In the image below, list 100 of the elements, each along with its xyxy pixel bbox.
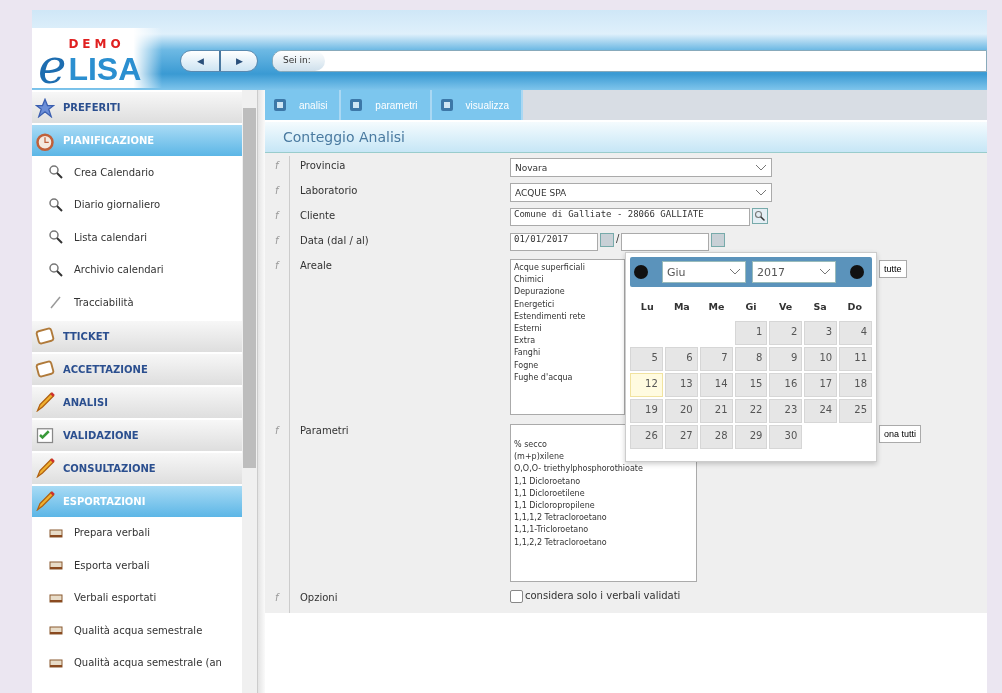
select-field[interactable]: ACQUE SPA <box>510 183 772 202</box>
sidebar-section[interactable]: ACCETTAZIONE <box>32 351 243 385</box>
pencil-icon <box>35 458 55 478</box>
sidebar-section[interactable]: CONSULTAZIONE <box>32 450 243 484</box>
calendar-button[interactable] <box>711 233 726 247</box>
calendar-day[interactable]: 15 <box>734 373 768 397</box>
calendar-day[interactable]: 2 <box>769 321 803 345</box>
list-option[interactable]: 1,1,1,2 Tetracloroetano <box>514 512 607 525</box>
calendar-day[interactable]: 11 <box>839 347 872 371</box>
list-option[interactable]: Acque superficiali <box>514 262 585 275</box>
calendar-day[interactable]: 7 <box>699 347 733 371</box>
previous-month-button[interactable] <box>634 265 648 279</box>
logo-demo-label: DEMO <box>68 37 126 51</box>
forward-button[interactable]: ▶ <box>219 51 257 71</box>
sidebar-item[interactable]: Lista calendari <box>32 221 243 254</box>
sidebar-section[interactable]: TTICKET <box>32 318 243 352</box>
calendar-day[interactable]: 29 <box>734 425 768 449</box>
sidebar-section[interactable]: VALIDAZIONE <box>32 417 243 451</box>
calendar-day[interactable]: 28 <box>699 425 733 449</box>
list-option[interactable]: Energetici <box>514 298 555 311</box>
input-field[interactable]: Comune di Galliate - 28066 GALLIATE <box>510 208 750 226</box>
list-option[interactable]: Extra <box>514 335 536 348</box>
year-select[interactable]: 2017 <box>752 261 836 283</box>
calendar-day[interactable]: 14 <box>699 373 733 397</box>
sidebar-item[interactable]: Diario giornaliero <box>32 188 243 221</box>
list-option[interactable]: Estendimenti rete <box>514 310 586 323</box>
sidebar-item[interactable]: Crea Calendario <box>32 156 243 189</box>
calendar-day[interactable]: 1 <box>734 321 768 345</box>
calendar-day[interactable]: 30 <box>769 425 803 449</box>
list-option[interactable]: Chimici <box>514 274 544 287</box>
weekday-label: Gi <box>744 300 758 312</box>
scrollbar[interactable] <box>242 90 258 693</box>
chevron-icon <box>755 188 767 197</box>
checkbox[interactable] <box>510 590 523 603</box>
calendar-day[interactable]: 20 <box>664 399 698 423</box>
list-option[interactable]: 1,1 Dicloroetano <box>514 475 581 488</box>
checklist-icon <box>35 425 55 445</box>
calendar-day[interactable]: 3 <box>804 321 838 345</box>
list-option[interactable]: 1,1,1-Tricloroetano <box>514 524 589 537</box>
sidebar-section[interactable]: ANALISI <box>32 384 243 418</box>
calendar-day[interactable]: 10 <box>804 347 838 371</box>
calendar-day[interactable]: 19 <box>630 399 663 423</box>
calendar-day[interactable]: 6 <box>664 347 698 371</box>
sidebar-section[interactable]: PREFERITI <box>32 90 243 123</box>
calendar-day[interactable]: 9 <box>769 347 803 371</box>
calendar-day[interactable]: 25 <box>839 399 872 423</box>
field-label: Parametri <box>299 424 350 438</box>
sidebar-item[interactable]: Archivio calendari <box>32 253 243 286</box>
sidebar-item[interactable]: Tracciabilità <box>32 286 243 319</box>
month-select[interactable]: Giu <box>662 261 746 283</box>
calendar-day[interactable]: 16 <box>769 373 803 397</box>
list-option[interactable]: 1,1 Dicloropropilene <box>514 499 595 513</box>
sidebar-item[interactable]: Prepara verbali <box>32 516 243 549</box>
sidebar-item[interactable]: Esporta verbali <box>32 549 243 582</box>
search-button[interactable] <box>752 208 768 224</box>
date-field[interactable]: 01/01/2017 <box>510 233 598 251</box>
calendar-day[interactable]: 8 <box>734 347 768 371</box>
logo-name: LISA <box>68 51 142 88</box>
next-month-button[interactable] <box>850 265 864 279</box>
sidebar-item[interactable]: Qualità acqua semestrale <box>32 614 243 647</box>
list-option[interactable]: Depurazione <box>514 286 565 299</box>
calendar-day[interactable]: 13 <box>664 373 698 397</box>
calendar-day[interactable]: 12 <box>630 373 663 397</box>
sidebar-item[interactable]: Qualità acqua semestrale (an <box>32 646 243 679</box>
list-option[interactable]: 1,1,2,2 Tetracloroetano <box>514 536 607 549</box>
splitter[interactable] <box>257 90 265 693</box>
dropdown-value: 2017 <box>757 265 785 279</box>
search-icon <box>754 210 766 222</box>
scrollbar-thumb[interactable] <box>243 108 257 468</box>
form-icon <box>439 98 454 112</box>
chevron-icon <box>729 268 741 276</box>
calendar-day[interactable]: 18 <box>839 373 872 397</box>
logo-letter: e <box>38 44 67 88</box>
calendar-day[interactable]: 4 <box>839 321 872 345</box>
calendar-day[interactable]: 21 <box>699 399 733 423</box>
list-option[interactable]: Fughe d'acqua <box>514 371 573 384</box>
calendar-day[interactable]: 24 <box>804 399 838 423</box>
calendar-button[interactable] <box>600 233 614 247</box>
list-option[interactable]: Fogne <box>514 359 539 372</box>
back-button[interactable]: ◀ <box>181 51 219 71</box>
calendar-day[interactable]: 23 <box>769 399 803 423</box>
date-field[interactable] <box>621 233 710 251</box>
select-field[interactable]: Novara <box>510 158 772 177</box>
sidebar-item[interactable]: Verbali esportati <box>32 581 243 614</box>
field-label: Cliente <box>299 209 337 223</box>
calendar-day[interactable]: 27 <box>664 425 698 449</box>
list-option[interactable]: Fanghi <box>514 347 541 360</box>
list-box[interactable]: Acque superficiali Chimici Depurazione Energetici Estendimenti rete Esterni Extra Fanghi Fogne Fughe d'acqua <box>510 259 625 415</box>
calendar-day[interactable]: 5 <box>630 347 663 371</box>
calendar-day[interactable]: 17 <box>804 373 838 397</box>
calendar-day[interactable]: 22 <box>734 399 768 423</box>
calendar-day[interactable]: 26 <box>630 425 663 449</box>
list-option[interactable]: Esterni <box>514 322 542 336</box>
list-option[interactable]: % secco <box>514 439 547 452</box>
star-icon <box>35 97 55 118</box>
list-option[interactable]: O,O,O- triethylphosphorothioate <box>514 463 643 476</box>
list-option[interactable]: 1,1 Dicloroetilene <box>514 487 585 500</box>
select-all-button[interactable]: ona tutti <box>879 425 922 443</box>
select-all-button[interactable]: tutte <box>879 260 907 278</box>
list-option[interactable]: (m+p)xilene <box>514 451 564 464</box>
